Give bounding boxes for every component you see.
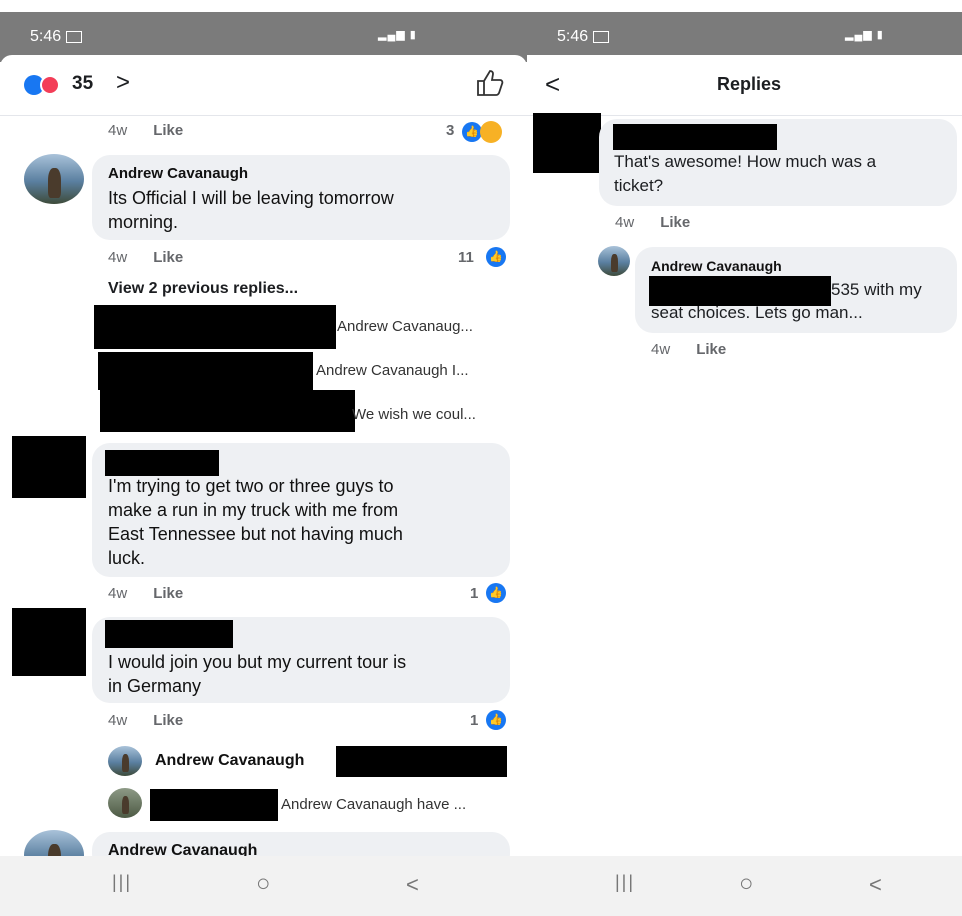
reaction-count-small[interactable]: 1	[470, 585, 478, 602]
comment-text: ticket?	[614, 176, 664, 195]
redacted-avatar	[12, 436, 86, 498]
redacted-avatar	[533, 113, 601, 173]
comment-author[interactable]: Andrew Cavanaugh	[108, 165, 248, 182]
redacted-block	[100, 390, 355, 432]
left-screen: 5:46 ▂▄▆ ▮ 35 > 4w Like 3 👍 Andrew Cavana…	[0, 0, 527, 916]
status-time: 5:46	[30, 28, 83, 46]
android-nav-bar: ||| ○ <	[527, 856, 962, 916]
comment-meta: 4w Like	[108, 712, 183, 729]
avatar[interactable]	[24, 154, 84, 204]
chevron-right-icon[interactable]: >	[116, 69, 130, 97]
like-badge-icon: 👍	[486, 583, 506, 603]
comment-author[interactable]: Andrew Cavanaugh	[651, 258, 782, 274]
comment-time: 4w	[615, 214, 635, 231]
haha-badge-icon	[480, 121, 502, 143]
reply-preview[interactable]: We wish we coul...	[352, 406, 476, 423]
redacted-name	[613, 124, 777, 150]
redacted-block	[649, 276, 831, 306]
back-icon[interactable]: <	[869, 872, 882, 898]
thumbs-up-outline-icon[interactable]	[474, 67, 506, 104]
gallery-icon	[593, 30, 610, 43]
reaction-count-small[interactable]: 11	[458, 249, 474, 266]
signal-icon: ▂▄▆ ▮	[378, 29, 417, 41]
reaction-count-small[interactable]: 3	[446, 122, 454, 139]
avatar[interactable]	[598, 246, 630, 276]
like-link[interactable]: Like	[153, 712, 183, 729]
redacted-avatar	[12, 608, 86, 676]
comment-text: in Germany	[108, 676, 202, 696]
comment-meta: 4w Like	[615, 214, 690, 231]
comment-time: 4w	[651, 341, 671, 358]
comment-text: morning.	[108, 212, 179, 232]
avatar[interactable]	[108, 788, 142, 818]
comment-meta: 4w Like	[651, 341, 726, 358]
view-previous-replies-link[interactable]: View 2 previous replies...	[108, 280, 298, 298]
comment-text: That's awesome! How much was a	[614, 152, 877, 171]
comment-time: 4w	[108, 122, 128, 139]
comment-text: luck.	[108, 548, 146, 568]
redacted-block	[336, 746, 507, 777]
comment-meta: 4w Like	[108, 249, 183, 266]
comment-time: 4w	[108, 585, 128, 602]
love-reaction-icon	[40, 75, 60, 95]
comment-meta: 4w Like	[108, 122, 183, 139]
like-badge-icon: 👍	[486, 247, 506, 267]
home-icon[interactable]: ○	[739, 870, 754, 898]
reply-author[interactable]: Andrew Cavanaugh	[155, 752, 304, 770]
like-link[interactable]: Like	[153, 585, 183, 602]
redacted-name	[105, 450, 219, 476]
android-nav-bar: ||| ○ <	[0, 856, 527, 916]
back-icon[interactable]: <	[406, 872, 419, 898]
comment-text: 535 with my	[831, 280, 922, 299]
avatar[interactable]	[108, 746, 142, 776]
comment-text: seat choices. Lets go man...	[651, 303, 863, 322]
reaction-count-small[interactable]: 1	[470, 712, 478, 729]
status-time: 5:46	[557, 28, 610, 46]
comment-text: East Tennessee but not having much	[108, 524, 403, 544]
like-link[interactable]: Like	[660, 214, 690, 231]
reply-preview[interactable]: Andrew Cavanaugh have ...	[281, 796, 466, 813]
redacted-block	[94, 305, 336, 349]
comment-text: I would join you but my current tour is	[108, 652, 407, 672]
replies-header: < Replies	[527, 55, 962, 116]
like-link[interactable]: Like	[153, 122, 183, 139]
signal-icon: ▂▄▆ ▮	[845, 29, 884, 41]
gallery-icon	[66, 30, 83, 43]
comment-time: 4w	[108, 712, 128, 729]
like-link[interactable]: Like	[153, 249, 183, 266]
like-badge-icon: 👍	[486, 710, 506, 730]
comment-text: Its Official I will be leaving tomorrow	[108, 188, 394, 208]
comment-meta: 4w Like	[108, 585, 183, 602]
redacted-name	[105, 620, 233, 648]
comment-text: make a run in my truck with me from	[108, 500, 399, 520]
home-icon[interactable]: ○	[256, 870, 271, 898]
reply-preview[interactable]: Andrew Cavanaug...	[337, 318, 473, 335]
recent-apps-icon[interactable]: |||	[112, 872, 132, 893]
reaction-count[interactable]: 35	[72, 73, 93, 95]
like-badge-icon: 👍	[462, 122, 482, 142]
reply-preview[interactable]: Andrew Cavanaugh I...	[316, 362, 469, 379]
comment-bubble[interactable]: Andrew Cavanaugh Its Official I will be …	[92, 155, 510, 240]
like-link[interactable]: Like	[696, 341, 726, 358]
reactions-header: 35 >	[0, 55, 527, 116]
redacted-block	[98, 352, 313, 390]
comment-time: 4w	[108, 249, 128, 266]
redacted-block	[150, 789, 278, 821]
comment-text: I'm trying to get two or three guys to	[108, 476, 394, 496]
recent-apps-icon[interactable]: |||	[615, 872, 635, 893]
back-arrow-icon[interactable]: <	[545, 69, 560, 100]
right-screen: 5:46 ▂▄▆ ▮ < Replies That's awesome! How…	[527, 0, 962, 916]
page-title: Replies	[717, 74, 782, 94]
